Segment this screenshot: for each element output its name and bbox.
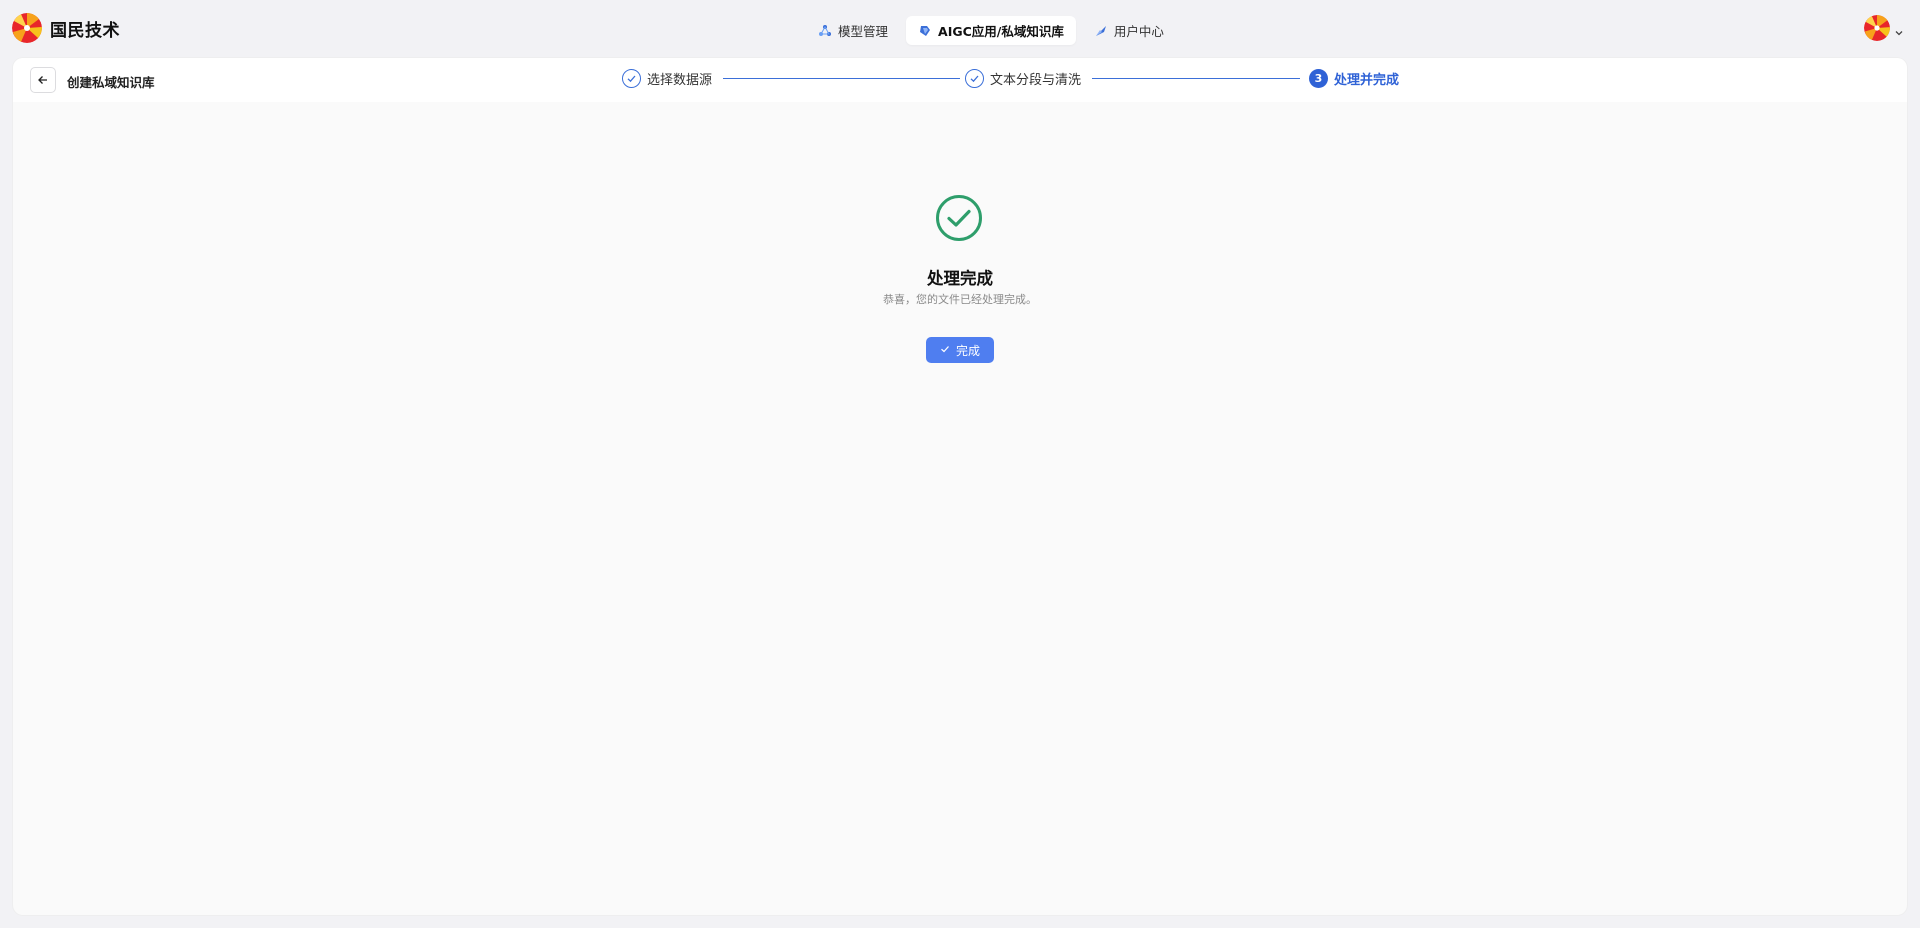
user-menu[interactable] bbox=[1864, 15, 1904, 41]
step-number-badge: 3 bbox=[1309, 68, 1328, 88]
knowledge-icon bbox=[918, 24, 932, 38]
step-indicator: 选择数据源 文本分段与清洗 3 处理并完成 bbox=[622, 67, 1422, 89]
result-subtitle: 恭喜，您的文件已经处理完成。 bbox=[883, 293, 1037, 306]
step-process-finish: 3 处理并完成 bbox=[1309, 67, 1399, 89]
back-button[interactable] bbox=[30, 67, 56, 93]
nav-item-model-management[interactable]: 模型管理 bbox=[806, 16, 900, 45]
check-icon bbox=[622, 68, 641, 88]
page-title: 创建私域知识库 bbox=[67, 75, 155, 90]
model-icon bbox=[818, 24, 832, 38]
step-label: 处理并完成 bbox=[1334, 72, 1400, 88]
logo-icon bbox=[12, 13, 42, 43]
success-check-icon bbox=[935, 194, 983, 242]
main-nav: 模型管理 AIGC应用/私域知识库 用户中心 bbox=[806, 16, 1176, 45]
logo-text: 国民技术 bbox=[50, 20, 120, 41]
check-icon bbox=[940, 343, 950, 357]
brand-logo[interactable]: 国民技术 bbox=[12, 12, 120, 44]
chevron-down-icon[interactable] bbox=[1894, 23, 1904, 36]
main-card: 创建私域知识库 选择数据源 文本分段与清洗 3 处理并完成 处理完成 恭喜，您的… bbox=[13, 58, 1907, 915]
nav-item-label: AIGC应用/私域知识库 bbox=[938, 24, 1064, 39]
step-connector bbox=[1092, 78, 1300, 79]
finish-button[interactable]: 完成 bbox=[926, 337, 994, 363]
finish-button-label: 完成 bbox=[955, 343, 980, 358]
user-center-icon bbox=[1094, 24, 1108, 38]
top-bar: 国民技术 模型管理 AIGC应用/私域知识库 用户中心 bbox=[0, 0, 1920, 58]
nav-item-aigc-knowledge[interactable]: AIGC应用/私域知识库 bbox=[906, 16, 1076, 45]
arrow-left-icon bbox=[37, 71, 49, 90]
step-segment-clean: 文本分段与清洗 bbox=[965, 67, 1081, 89]
avatar[interactable] bbox=[1864, 15, 1890, 41]
card-header: 创建私域知识库 选择数据源 文本分段与清洗 3 处理并完成 bbox=[13, 58, 1907, 102]
result-title: 处理完成 bbox=[927, 269, 993, 288]
check-icon bbox=[965, 68, 984, 88]
nav-item-label: 用户中心 bbox=[1113, 24, 1164, 39]
nav-item-user-center[interactable]: 用户中心 bbox=[1082, 16, 1176, 45]
step-select-source: 选择数据源 bbox=[622, 67, 712, 89]
step-connector bbox=[723, 78, 960, 79]
step-label: 文本分段与清洗 bbox=[990, 72, 1082, 88]
step-label: 选择数据源 bbox=[647, 72, 713, 88]
nav-item-label: 模型管理 bbox=[838, 24, 889, 39]
